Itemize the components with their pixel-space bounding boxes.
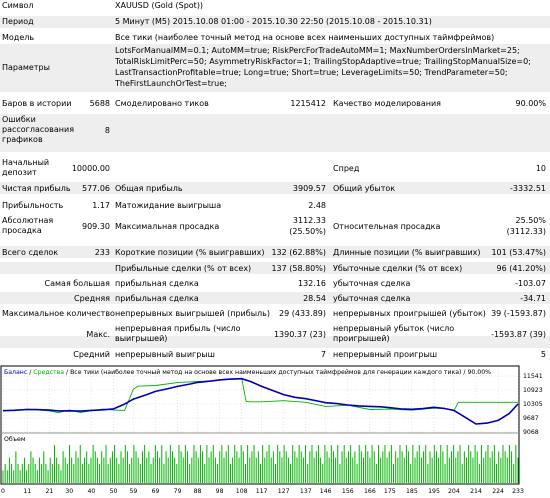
y-tick-label: 9687 xyxy=(523,415,539,422)
x-tick-label: 195 xyxy=(428,488,440,495)
x-tick-label: 69 xyxy=(152,488,160,495)
x-tick-label: 117 xyxy=(256,488,268,495)
x-tick-label: 146 xyxy=(320,488,332,495)
x-tick-label: 98 xyxy=(216,488,224,495)
volume-label: Объем xyxy=(4,435,26,443)
y-tick-label: 10923 xyxy=(523,387,543,394)
x-tick-label: 21 xyxy=(45,488,53,495)
x-tick-label: 79 xyxy=(174,488,182,495)
balance-chart: 11541 10923 10305 9687 9068 0 11 21 30 40 50 59 69 7… xyxy=(0,365,543,495)
x-tick-label: 59 xyxy=(129,488,137,495)
x-tick-label: 127 xyxy=(278,488,290,495)
y-tick-label: 10305 xyxy=(523,401,543,408)
x-tick-label: 137 xyxy=(300,488,312,495)
chart-header: Баланс / Средства / Все тики (наиболее т… xyxy=(4,368,491,376)
x-tick-label: 214 xyxy=(470,488,482,495)
y-tick-label: 9068 xyxy=(523,429,539,436)
x-tick-label: 156 xyxy=(342,488,354,495)
x-tick-label: 166 xyxy=(364,488,376,495)
x-tick-label: 30 xyxy=(65,488,73,495)
x-tick-label: 50 xyxy=(110,488,118,495)
x-tick-label: 108 xyxy=(236,488,248,495)
x-tick-label: 233 xyxy=(512,488,524,495)
x-tick-label: 40 xyxy=(87,488,95,495)
x-tick-label: 204 xyxy=(448,488,460,495)
x-tick-label: 11 xyxy=(23,488,31,495)
y-tick-label: 11541 xyxy=(523,373,543,380)
header-balance: Баланс xyxy=(4,369,28,376)
x-tick-label: 175 xyxy=(384,488,396,495)
x-tick-label: 224 xyxy=(492,488,504,495)
x-tick-label: 88 xyxy=(194,488,202,495)
header-rest: / Все тики (наиболее точный метод на осн… xyxy=(64,368,491,376)
x-tick-label: 0 xyxy=(1,488,5,495)
x-tick-label: 185 xyxy=(406,488,418,495)
header-equity: Средства xyxy=(33,369,64,376)
